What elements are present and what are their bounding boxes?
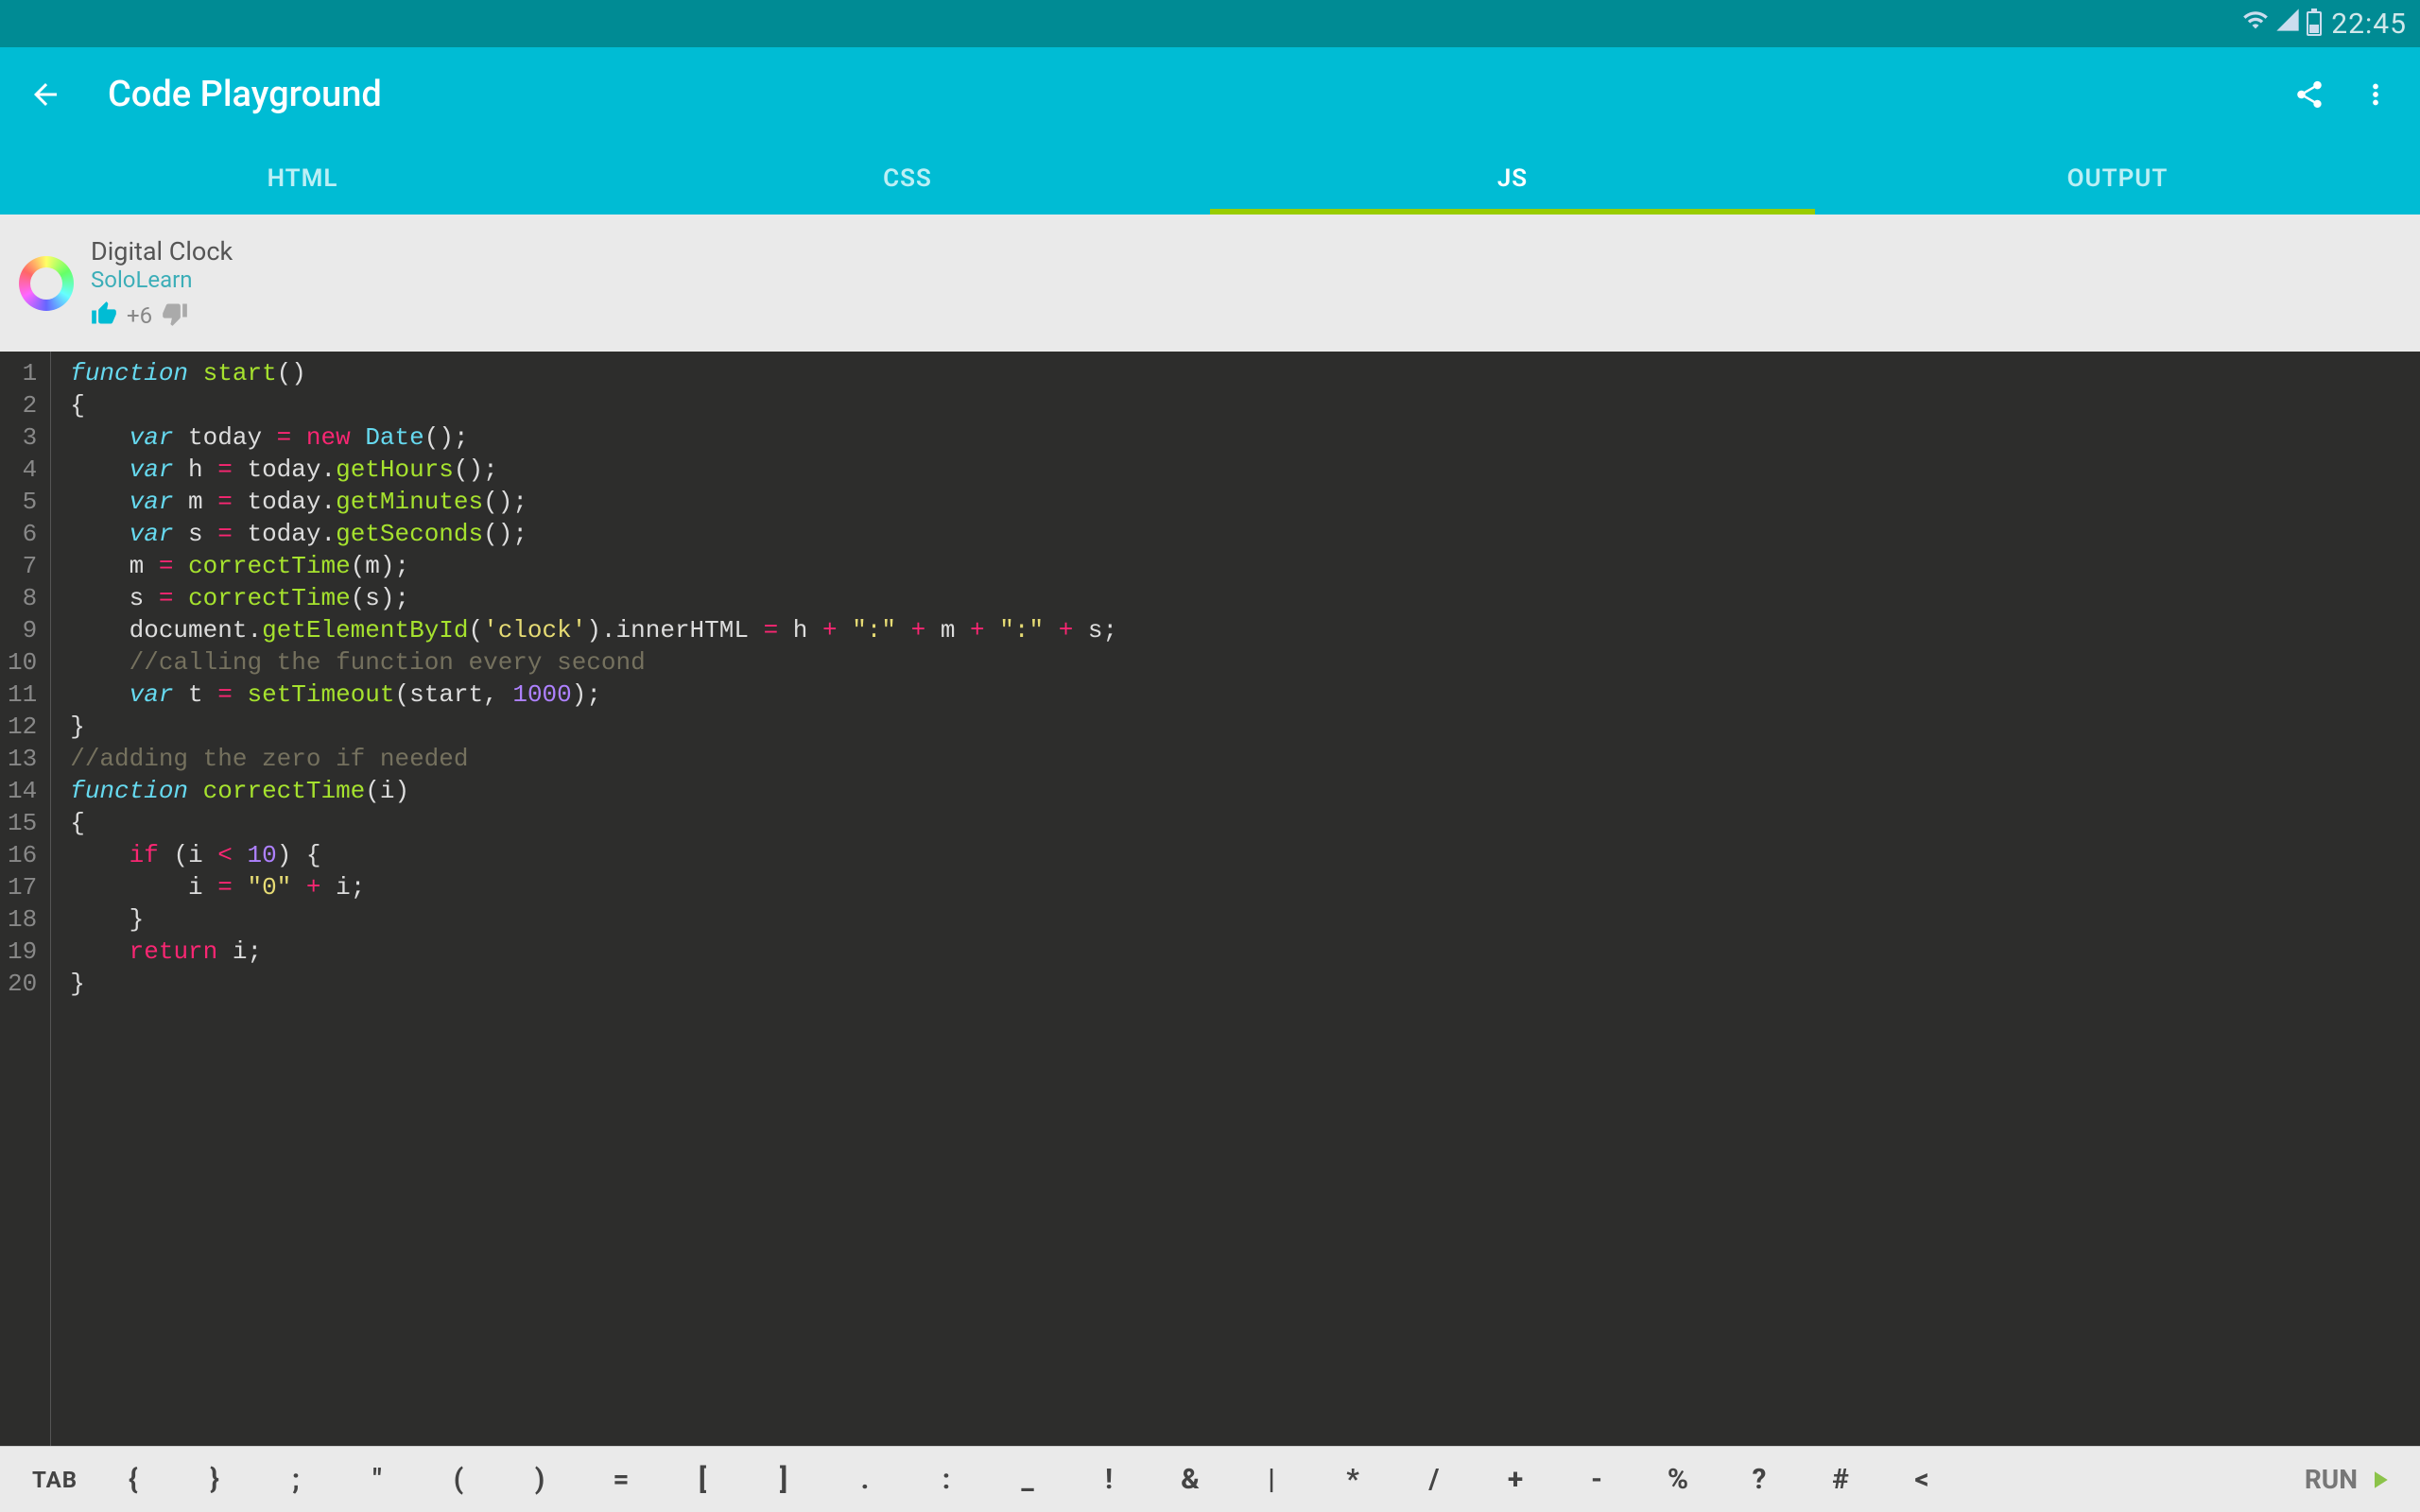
key-%[interactable]: % xyxy=(1637,1463,1719,1496)
tab-css[interactable]: CSS xyxy=(605,142,1210,215)
thumb-up-icon[interactable] xyxy=(91,301,117,331)
key-{[interactable]: { xyxy=(93,1463,174,1496)
tab-output[interactable]: OUTPUT xyxy=(1815,142,2420,215)
key-;[interactable]: ; xyxy=(255,1463,337,1496)
key-[[interactable]: [ xyxy=(662,1463,743,1496)
project-author[interactable]: SoloLearn xyxy=(91,266,233,293)
share-icon[interactable] xyxy=(2293,78,2325,111)
android-status-bar: 22:45 xyxy=(0,0,2420,47)
symbol-toolbar: TAB{};"()=[].:_!&|*/+-%?#< RUN xyxy=(0,1446,2420,1512)
battery-icon xyxy=(2307,11,2322,36)
app-bar: Code Playground xyxy=(0,47,2420,142)
tab-js[interactable]: JS xyxy=(1210,142,1815,215)
code-editor[interactable]: 1234567891011121314151617181920 function… xyxy=(0,352,2420,1446)
key-tab[interactable]: TAB xyxy=(17,1467,93,1493)
key--[interactable]: - xyxy=(1556,1463,1637,1496)
line-gutter: 1234567891011121314151617181920 xyxy=(0,352,51,1446)
key-*[interactable]: * xyxy=(1312,1463,1393,1496)
key-#[interactable]: # xyxy=(1800,1463,1881,1496)
vote-count: +6 xyxy=(127,302,152,329)
run-button[interactable]: RUN xyxy=(2295,1464,2403,1495)
sololearn-logo-icon xyxy=(19,256,74,311)
status-time: 22:45 xyxy=(2331,8,2407,41)
back-arrow-icon[interactable] xyxy=(28,77,62,112)
key-"[interactable]: " xyxy=(337,1463,418,1496)
key-<[interactable]: < xyxy=(1881,1463,1962,1496)
key-}[interactable]: } xyxy=(174,1463,255,1496)
key-)[interactable]: ) xyxy=(499,1463,580,1496)
key-|[interactable]: | xyxy=(1231,1463,1312,1496)
key-+[interactable]: + xyxy=(1475,1463,1556,1496)
key-&[interactable]: & xyxy=(1150,1463,1231,1496)
more-icon[interactable] xyxy=(2360,78,2392,111)
project-title: Digital Clock xyxy=(91,236,233,266)
signal-icon xyxy=(2274,7,2301,41)
thumb-down-icon[interactable] xyxy=(162,301,188,331)
key-![interactable]: ! xyxy=(1068,1463,1150,1496)
key-?[interactable]: ? xyxy=(1719,1463,1800,1496)
key-][interactable]: ] xyxy=(743,1463,824,1496)
tabs-bar: HTMLCSSJSOUTPUT xyxy=(0,142,2420,215)
app-title: Code Playground xyxy=(108,74,2259,115)
tab-html[interactable]: HTML xyxy=(0,142,605,215)
wifi-icon xyxy=(2242,7,2269,41)
project-bar: Digital Clock SoloLearn +6 xyxy=(0,215,2420,352)
key-=[interactable]: = xyxy=(580,1463,662,1496)
key-([interactable]: ( xyxy=(418,1463,499,1496)
key-/[interactable]: / xyxy=(1393,1463,1475,1496)
code-area[interactable]: function start(){ var today = new Date()… xyxy=(51,352,1117,1446)
key-:[interactable]: : xyxy=(906,1463,987,1496)
key-_[interactable]: _ xyxy=(987,1463,1068,1496)
key-.[interactable]: . xyxy=(824,1463,906,1496)
